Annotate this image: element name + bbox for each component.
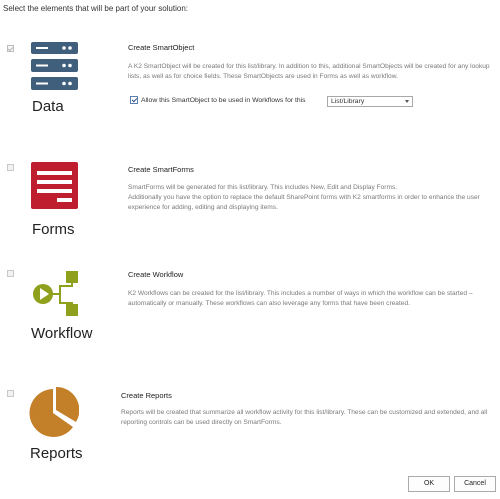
reports-label: Reports (30, 445, 83, 462)
reports-title: Create Reports (121, 391, 172, 400)
cancel-button[interactable]: Cancel (454, 476, 496, 492)
ok-button[interactable]: OK (408, 476, 450, 492)
reports-checkbox[interactable] (7, 390, 14, 397)
reports-description: Reports will be created that summarize a… (121, 409, 488, 426)
section-reports: Reports Create Reports Reports will be c… (0, 0, 500, 470)
pie-chart-icon (29, 387, 79, 437)
